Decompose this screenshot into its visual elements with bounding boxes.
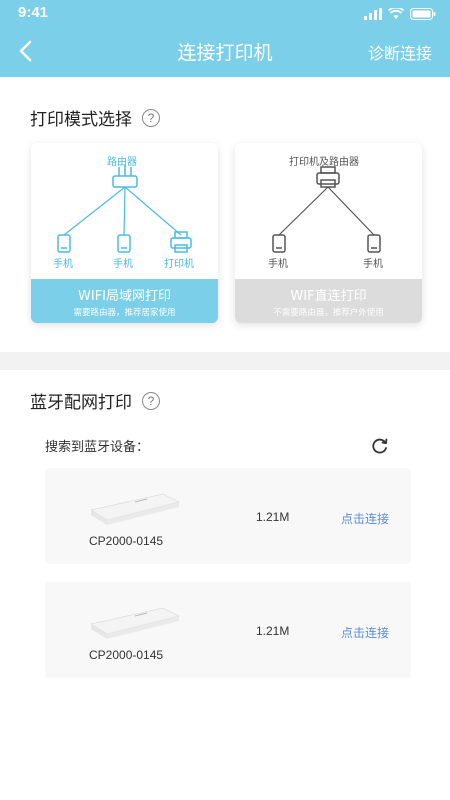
router-icon [112, 165, 138, 188]
app-header: 9:41 连接打印机 诊断连接 [0, 0, 450, 77]
signal-icon [364, 8, 382, 20]
printer-router-label: 打印机及路由器 [289, 157, 359, 168]
diagnose-button[interactable]: 诊断连接 [368, 40, 432, 64]
bluetooth-heading: 蓝牙配网打印 ? [30, 388, 160, 413]
battery-icon [410, 8, 436, 20]
refresh-icon [372, 438, 388, 454]
phone-label: 手机 [363, 259, 383, 270]
device-size: 1.21M [256, 624, 290, 638]
direct-mode-card[interactable]: 打印机及路由器 手机 手机 WIF直连打印 不需要路由器，推荐户外使用 [235, 143, 422, 323]
wifi-mode-footer: WIFI局域网打印 需要路由器，推荐居家使用 [31, 279, 218, 323]
section-divider [0, 352, 450, 370]
phone-label: 手机 [53, 259, 73, 270]
router-label: 路由器 [107, 157, 137, 168]
connect-button[interactable]: 点击连接 [341, 624, 389, 641]
direct-mode-title: WIF直连打印 [290, 289, 367, 304]
phone-icon [117, 234, 131, 253]
phone-label: 手机 [268, 259, 288, 270]
status-time: 9:41 [18, 4, 49, 21]
bluetooth-title: 蓝牙配网打印 [30, 393, 132, 413]
print-mode-heading: 打印模式选择 ? [30, 105, 160, 130]
printer-device-image [89, 607, 181, 639]
wifi-mode-title: WIFI局域网打印 [78, 289, 171, 304]
wifi-mode-subtitle: 需要路由器，推荐居家使用 [73, 308, 176, 318]
device-list-item[interactable]: CP2000-0145 1.21M 点击连接 [45, 582, 411, 678]
refresh-button[interactable] [370, 436, 390, 456]
phone-icon [367, 234, 381, 253]
phone-label: 手机 [113, 259, 133, 270]
help-icon[interactable]: ? [142, 391, 160, 410]
device-size: 1.21M [256, 510, 290, 524]
wifi-icon [388, 8, 404, 19]
device-name: CP2000-0145 [89, 534, 164, 548]
printer-label: 打印机 [164, 259, 194, 270]
printer-device-image [89, 493, 181, 525]
print-mode-title: 打印模式选择 [30, 110, 132, 130]
direct-mode-subtitle: 不需要路由器，推荐户外使用 [273, 308, 384, 318]
bluetooth-search-label: 搜索到蓝牙设备： [45, 440, 150, 455]
status-icons [364, 6, 436, 22]
printer-icon [316, 166, 340, 188]
device-name: CP2000-0145 [89, 648, 164, 662]
connect-button[interactable]: 点击连接 [341, 510, 389, 527]
wifi-mode-card[interactable]: 路由器 手机 手机 打印机 WIFI局域网打印 需要路由器，推荐居家使用 [31, 143, 218, 323]
status-bar: 9:41 [0, 0, 450, 28]
device-list-item[interactable]: CP2000-0145 1.21M 点击连接 [45, 468, 411, 564]
direct-mode-footer: WIF直连打印 不需要路由器，推荐户外使用 [235, 279, 422, 323]
phone-icon [57, 234, 71, 253]
nav-bar: 连接打印机 诊断连接 [0, 28, 450, 77]
phone-icon [272, 234, 286, 253]
help-icon[interactable]: ? [142, 108, 160, 127]
